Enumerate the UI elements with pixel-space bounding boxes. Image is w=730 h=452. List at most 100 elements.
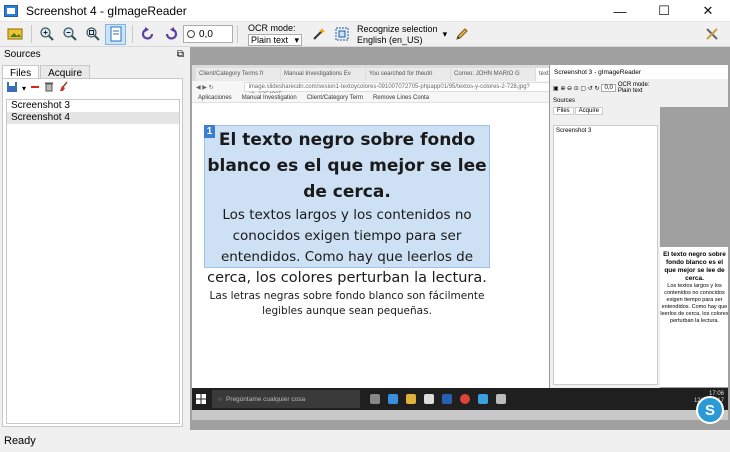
chevron-down-icon[interactable]: ▾ xyxy=(22,84,26,93)
browser-url: image.slidesharecdn.com/sesion1-textoyco… xyxy=(243,82,564,98)
broom-icon xyxy=(60,81,68,91)
windows-taskbar: ○ Pregúntame cualquier cosa 17:06 12/01/… xyxy=(192,388,728,410)
taskbar-search: ○ Pregúntame cualquier cosa xyxy=(212,390,360,408)
displayed-screenshot: Client/Category Terms fr Manual Investig… xyxy=(192,65,728,420)
chevron-down-icon: ▾ xyxy=(294,34,299,45)
language-dropdown-icon[interactable]: ▾ xyxy=(443,29,448,40)
sources-title: Sources xyxy=(4,48,41,60)
browser-tab: Correo: JOHN MARIO G xyxy=(451,68,535,81)
rotation-icon xyxy=(187,30,195,38)
bookmark: Manual Investigation xyxy=(241,94,297,101)
recognize-selection-icon-button[interactable] xyxy=(331,24,352,45)
doc-paragraph-3: Las letras negras sobre fondo blanco son… xyxy=(209,290,485,317)
zoom-original-icon xyxy=(110,26,121,42)
settings-button[interactable] xyxy=(701,24,722,45)
inner-gimagereader-window: Screenshot 3 - gImageReader ▣ ⊕ ⊖ ⊙ ▢ ↺ … xyxy=(549,65,728,388)
taskbar-icons xyxy=(370,394,506,404)
wand-icon xyxy=(312,28,325,40)
minus-icon xyxy=(31,85,40,88)
close-button[interactable]: ✕ xyxy=(686,0,730,22)
auto-layout-button[interactable] xyxy=(308,24,329,45)
image-icon xyxy=(7,28,22,40)
delete-file-button[interactable] xyxy=(44,81,54,95)
files-toolbar: ▾ xyxy=(3,79,182,97)
inner-page-body: Los textos largos y los contenidos no co… xyxy=(660,283,728,324)
ocr-mode-value: Plain text xyxy=(251,34,289,45)
gimagereader-taskbar-icon xyxy=(496,394,506,404)
inner-file-list: Screenshot 3 xyxy=(553,125,658,385)
ocr-mode-label: OCR mode: xyxy=(248,22,296,33)
clear-list-button[interactable] xyxy=(58,81,69,95)
inner-sources-title: Sources xyxy=(553,98,576,104)
zoom-in-button[interactable] xyxy=(36,24,57,45)
save-icon xyxy=(7,81,17,92)
resolution-value: 0,0 xyxy=(199,28,213,40)
undock-icon[interactable]: ⧉ xyxy=(177,49,184,60)
minimize-button[interactable]: — xyxy=(598,0,642,22)
outlook-icon xyxy=(442,394,452,404)
chrome-icon xyxy=(460,394,470,404)
file-item-screenshot-3[interactable]: Screenshot 3 xyxy=(7,100,179,112)
browser-tab: You searched for theutri xyxy=(366,68,450,81)
recognize-language: English (en_US) xyxy=(357,34,423,45)
inner-viewer: El texto negro sobre fondo blanco es el … xyxy=(660,107,728,388)
inner-tab-acquire: Acquire xyxy=(574,107,604,115)
window-controls: — ☐ ✕ xyxy=(598,0,730,22)
maximize-button[interactable]: ☐ xyxy=(642,0,686,22)
recognize-label: Recognize selection xyxy=(357,23,438,34)
zoom-out-button[interactable] xyxy=(59,24,80,45)
inner-toolbar: ▣ ⊕ ⊖ ⊙ ▢ ↺ ↻ 0,0 OCR mode: Plain text xyxy=(550,79,728,97)
resolution-spinbox[interactable]: 0,0 xyxy=(183,25,233,43)
inner-res: 0,0 xyxy=(601,84,616,92)
zoom-fit-button[interactable] xyxy=(82,24,103,45)
rotate-left-button[interactable] xyxy=(137,24,158,45)
doc-paragraph-2: cerca, los colores perturban la lectura. xyxy=(207,270,487,286)
status-bar: Ready xyxy=(0,430,730,452)
inner-window-title: Screenshot 3 - gImageReader xyxy=(550,65,728,79)
doc-heading: El texto negro sobre fondo blanco es el … xyxy=(207,130,487,202)
file-list: Screenshot 3 Screenshot 4 xyxy=(6,99,180,424)
inner-page-heading: El texto negro sobre fondo blanco es el … xyxy=(663,251,726,282)
inner-file-item: Screenshot 3 xyxy=(556,128,592,134)
zoom-in-icon xyxy=(39,27,54,41)
store-icon xyxy=(424,394,434,404)
file-item-screenshot-4[interactable]: Screenshot 4 xyxy=(7,112,179,124)
site-logo-icon: S xyxy=(696,396,724,424)
files-panel: ▾ Screenshot 3 Screenshot 4 xyxy=(2,78,183,427)
bookmark: Remove Lines Conta xyxy=(372,94,430,101)
sources-header: Sources ⧉ xyxy=(0,47,188,61)
rotate-left-icon xyxy=(141,27,153,40)
app-icon xyxy=(4,4,18,17)
edit-output-button[interactable] xyxy=(451,24,472,45)
add-image-button[interactable] xyxy=(4,24,25,45)
sources-panel: Sources ⧉ Files Acquire ▾ Screenshot 3 S… xyxy=(0,47,188,430)
browser-tab: Manual Investigations Ev xyxy=(281,68,365,81)
title-bar: Screenshot 4 - gImageReader — ☐ ✕ xyxy=(0,0,730,22)
inner-tab-files: Files xyxy=(553,107,574,115)
selection-icon xyxy=(335,27,348,41)
main-toolbar: 0,0 OCR mode: Plain text ▾ Recognize sel… xyxy=(0,22,730,47)
ocr-mode-group: OCR mode: Plain text ▾ xyxy=(248,23,302,46)
pencil-icon xyxy=(455,28,468,40)
ocr-mode-select[interactable]: Plain text ▾ xyxy=(248,33,302,46)
zoom-original-button[interactable] xyxy=(105,23,126,45)
tools-icon xyxy=(705,28,718,40)
remove-file-button[interactable] xyxy=(30,82,40,95)
taskbar-search-placeholder: Pregúntame cualquier cosa xyxy=(225,395,306,403)
doc-paragraph-1: Los textos largos y los contenidos no co… xyxy=(220,207,474,265)
document-text: El texto negro sobre fondo blanco es el … xyxy=(202,127,492,319)
image-viewer[interactable]: Client/Category Terms fr Manual Investig… xyxy=(190,47,730,430)
open-file-button[interactable] xyxy=(6,81,18,96)
app-icon xyxy=(478,394,488,404)
rotate-right-button[interactable] xyxy=(160,24,181,45)
zoom-fit-icon xyxy=(85,27,100,41)
bookmark: Aplicaciones xyxy=(198,94,232,101)
bookmark: Client/Category Term xyxy=(306,94,363,101)
recognize-selection-button[interactable]: Recognize selection English (en_US) xyxy=(357,24,438,45)
inner-page: El texto negro sobre fondo blanco es el … xyxy=(660,247,728,387)
task-view-icon xyxy=(370,394,380,404)
window-title: Screenshot 4 - gImageReader xyxy=(26,3,187,18)
inner-ocr-value: Plain text xyxy=(617,88,643,94)
edge-icon xyxy=(388,394,398,404)
rotate-right-icon xyxy=(165,27,177,40)
